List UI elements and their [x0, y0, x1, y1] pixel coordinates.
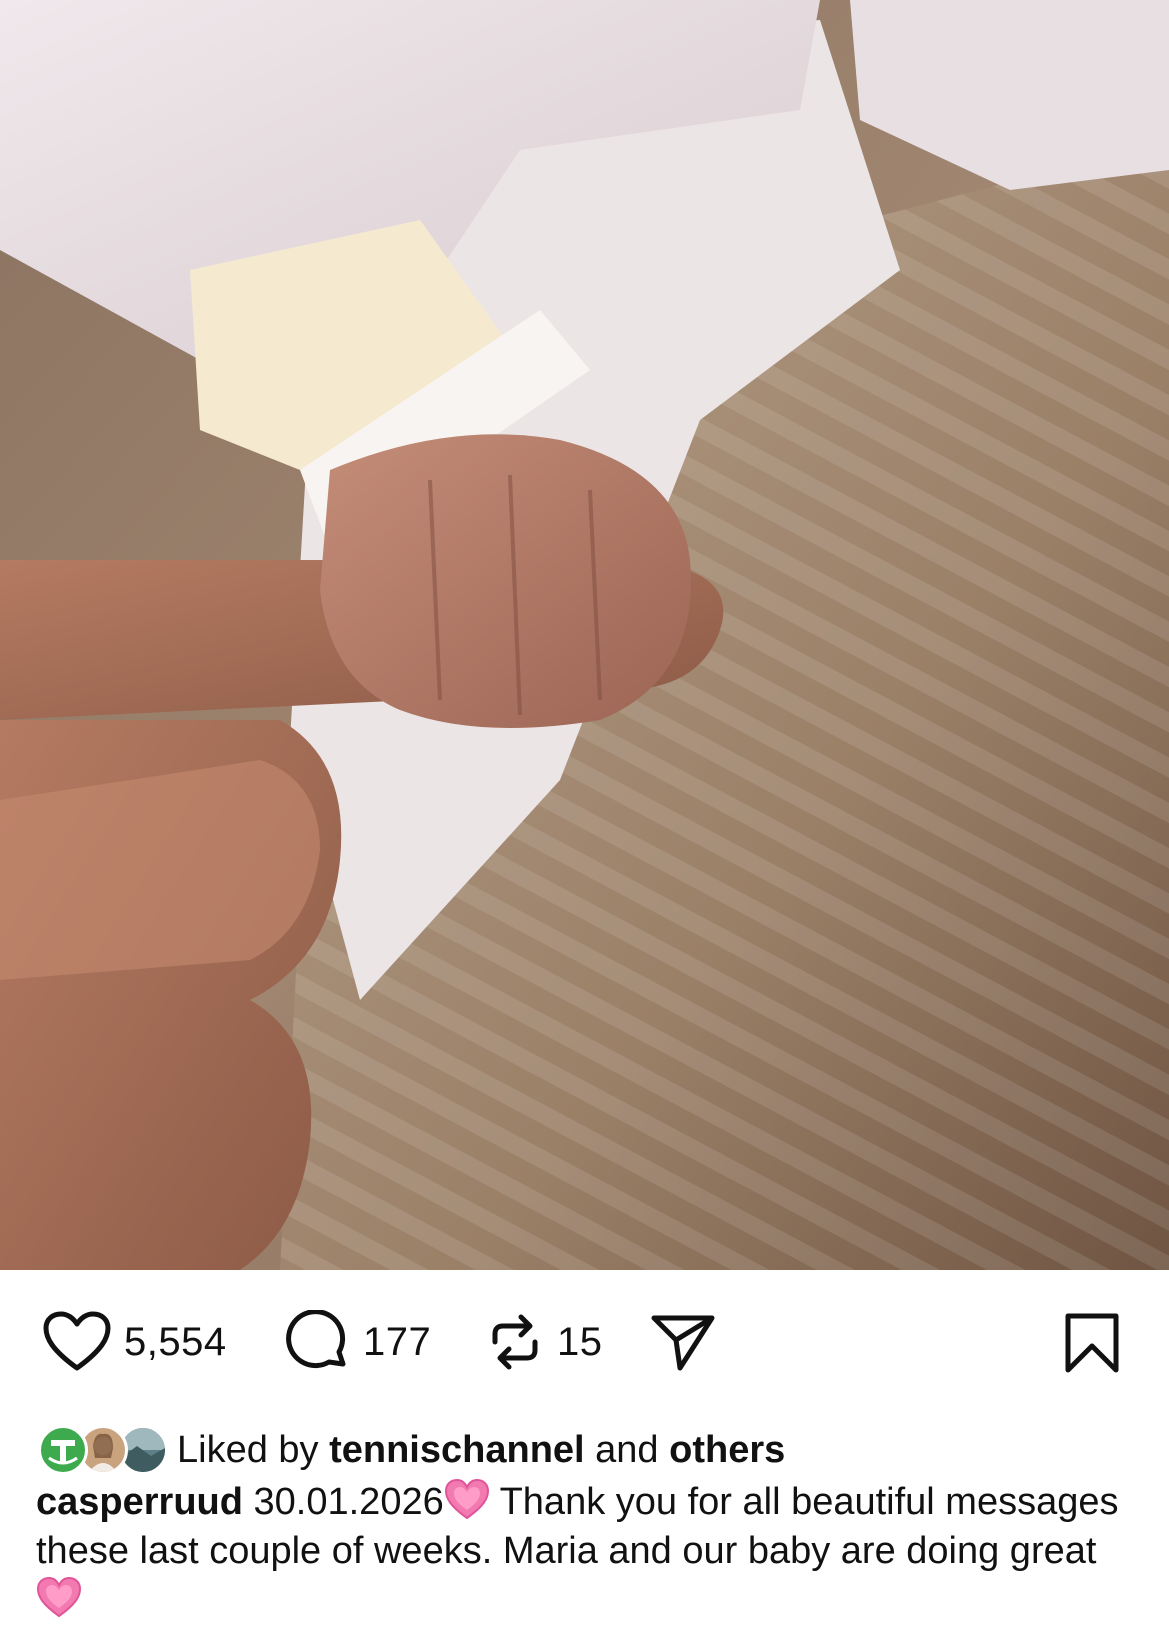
pink-heart-emoji [36, 1576, 82, 1618]
post-caption: casperruud 30.01.2026 Thank you for all … [36, 1478, 1126, 1625]
baby-hand-photo [0, 0, 1169, 1270]
liked-by-user-link[interactable]: tennischannel [329, 1429, 585, 1471]
liked-by-prefix: Liked by [177, 1428, 330, 1471]
action-bar: 5,554 177 15 [0, 1270, 1169, 1420]
post-photo[interactable] [0, 0, 1169, 1270]
heart-outline-icon [42, 1310, 112, 1374]
like-count: 5,554 [124, 1319, 227, 1364]
liked-by-middle: and [584, 1428, 670, 1471]
repost-count: 15 [557, 1319, 603, 1364]
caption-username[interactable]: casperruud [36, 1481, 243, 1523]
comment-button[interactable]: 177 [285, 1310, 431, 1374]
save-button[interactable] [1062, 1310, 1122, 1376]
liker-avatars [38, 1425, 173, 1475]
bookmark-icon [1062, 1310, 1122, 1376]
caption-date: 30.01.2026 [253, 1481, 444, 1523]
comment-bubble-icon [285, 1310, 351, 1374]
comment-count: 177 [363, 1319, 432, 1364]
share-button[interactable] [650, 1310, 716, 1374]
tennischannel-avatar [38, 1425, 88, 1475]
liked-by-text: Liked by tennischannel and others [177, 1429, 785, 1472]
repost-arrows-icon [485, 1310, 545, 1374]
liked-by-row[interactable]: Liked by tennischannel and others [38, 1425, 785, 1475]
paper-plane-icon [650, 1310, 716, 1374]
like-button[interactable]: 5,554 [42, 1310, 227, 1374]
pink-heart-emoji [444, 1478, 490, 1520]
repost-button[interactable]: 15 [485, 1310, 603, 1374]
liked-by-others-link[interactable]: others [669, 1429, 785, 1471]
